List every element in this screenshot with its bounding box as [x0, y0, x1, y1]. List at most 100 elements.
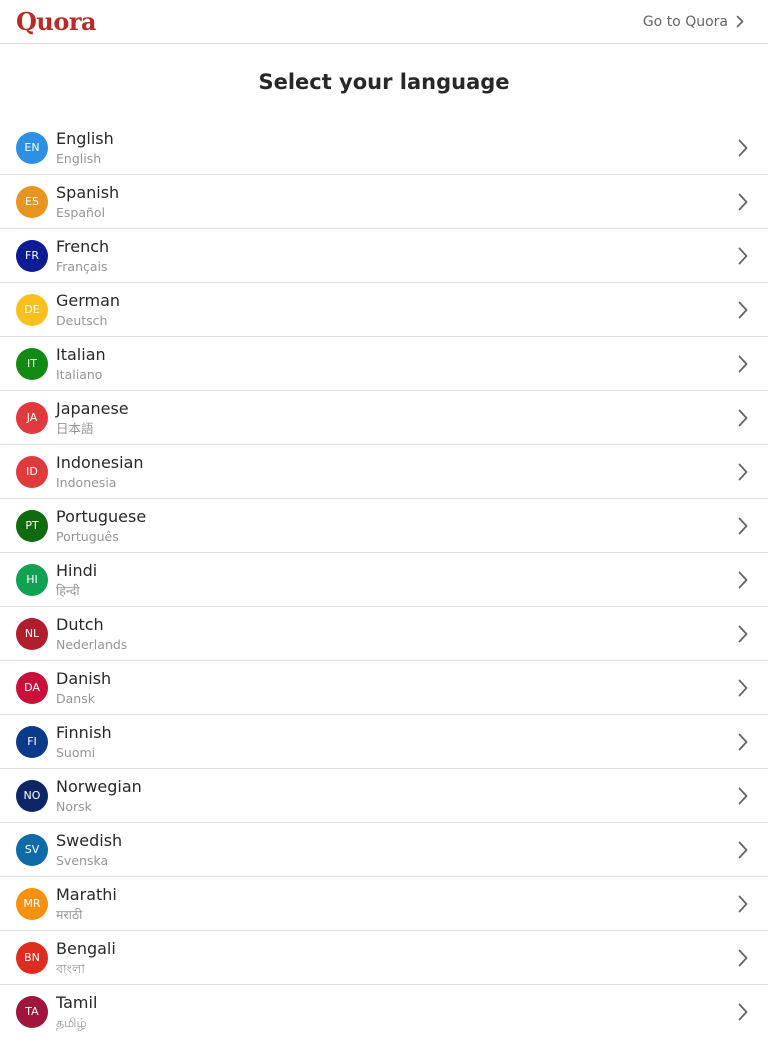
- language-names: English English: [56, 129, 114, 167]
- language-name: Indonesian: [56, 452, 144, 472]
- language-native-name: Indonesia: [56, 474, 117, 490]
- language-names: Dutch Nederlands: [56, 615, 127, 653]
- language-code-badge: TA: [16, 995, 48, 1028]
- language-item-bn[interactable]: BN Bengali বাংলা: [0, 931, 768, 985]
- language-code-badge: FR: [16, 239, 48, 272]
- language-item-ta[interactable]: TA Tamil தமிழ்: [0, 985, 768, 1038]
- language-name: French: [56, 236, 110, 256]
- language-item-sv[interactable]: SV Swedish Svenska: [0, 823, 768, 877]
- chevron-right-icon: [738, 301, 748, 319]
- language-code-badge: FI: [16, 725, 48, 758]
- language-name: Hindi: [56, 560, 98, 580]
- chevron-right-icon: [738, 895, 748, 913]
- language-code-badge: PT: [16, 509, 48, 542]
- chevron-right-icon: [736, 15, 744, 28]
- language-native-name: Dansk: [56, 690, 95, 706]
- chevron-right-icon: [738, 841, 748, 859]
- language-names: Bengali বাংলা: [56, 939, 116, 977]
- language-native-name: Español: [56, 204, 106, 220]
- language-item-fi[interactable]: FI Finnish Suomi: [0, 715, 768, 769]
- language-names: Hindi हिन्दी: [56, 561, 97, 599]
- chevron-right-icon: [738, 247, 748, 265]
- language-names: Norwegian Norsk: [56, 777, 142, 815]
- language-item-es[interactable]: ES Spanish Español: [0, 175, 768, 229]
- go-to-quora-link[interactable]: Go to Quora: [643, 14, 752, 30]
- chevron-right-icon: [738, 625, 748, 643]
- language-native-name: বাংলা: [56, 960, 85, 976]
- language-item-ja[interactable]: JA Japanese 日本語: [0, 391, 768, 445]
- chevron-right-icon: [738, 949, 748, 967]
- language-native-name: English: [56, 150, 102, 166]
- language-item-en[interactable]: EN English English: [0, 121, 768, 175]
- language-names: Japanese 日本語: [56, 399, 129, 437]
- language-name: Danish: [56, 668, 112, 688]
- language-names: German Deutsch: [56, 291, 120, 329]
- language-native-name: मराठी: [56, 906, 83, 922]
- language-names: French Français: [56, 237, 109, 275]
- chevron-right-icon: [738, 139, 748, 157]
- chevron-right-icon: [738, 679, 748, 697]
- language-code-badge: ES: [16, 185, 48, 218]
- chevron-right-icon: [738, 517, 748, 535]
- language-name: Swedish: [56, 830, 123, 850]
- chevron-right-icon: [738, 409, 748, 427]
- language-item-it[interactable]: IT Italian Italiano: [0, 337, 768, 391]
- language-native-name: Français: [56, 258, 108, 274]
- language-code-badge: SV: [16, 833, 48, 866]
- chevron-right-icon: [738, 355, 748, 373]
- language-code-badge: NL: [16, 617, 48, 650]
- chevron-right-icon: [738, 463, 748, 481]
- language-native-name: Norsk: [56, 798, 92, 814]
- language-code-badge: DA: [16, 671, 48, 704]
- language-code-badge: BN: [16, 941, 48, 974]
- language-item-hi[interactable]: HI Hindi हिन्दी: [0, 553, 768, 607]
- language-code-badge: NO: [16, 779, 48, 812]
- language-name: Finnish: [56, 722, 112, 742]
- language-names: Portuguese Português: [56, 507, 146, 545]
- chevron-right-icon: [738, 193, 748, 211]
- language-name: Japanese: [56, 398, 129, 418]
- language-name: Marathi: [56, 884, 117, 904]
- language-names: Spanish Español: [56, 183, 119, 221]
- quora-logo[interactable]: Quora: [16, 9, 97, 34]
- language-names: Danish Dansk: [56, 669, 111, 707]
- chevron-right-icon: [738, 571, 748, 589]
- language-names: Marathi मराठी: [56, 885, 117, 923]
- language-item-no[interactable]: NO Norwegian Norsk: [0, 769, 768, 823]
- language-item-da[interactable]: DA Danish Dansk: [0, 661, 768, 715]
- language-list: EN English English ES Spanish Español FR French…: [0, 120, 768, 1038]
- go-to-quora-label: Go to Quora: [642, 13, 728, 30]
- language-name: English: [56, 128, 114, 148]
- language-native-name: Deutsch: [56, 312, 108, 328]
- language-item-id[interactable]: ID Indonesian Indonesia: [0, 445, 768, 499]
- language-code-badge: JA: [16, 401, 48, 434]
- language-native-name: Português: [56, 528, 119, 544]
- language-code-badge: MR: [16, 887, 48, 920]
- language-names: Finnish Suomi: [56, 723, 112, 761]
- language-code-badge: EN: [16, 131, 48, 164]
- language-code-badge: DE: [16, 293, 48, 326]
- language-name: Portuguese: [56, 506, 147, 526]
- language-name: Tamil: [56, 992, 98, 1012]
- language-code-badge: ID: [16, 455, 48, 488]
- language-item-fr[interactable]: FR French Français: [0, 229, 768, 283]
- language-native-name: Italiano: [56, 366, 103, 382]
- language-native-name: Nederlands: [56, 636, 128, 652]
- language-item-pt[interactable]: PT Portuguese Português: [0, 499, 768, 553]
- language-native-name: Suomi: [56, 744, 96, 760]
- page-title: Select your language: [258, 70, 510, 94]
- chevron-right-icon: [738, 733, 748, 751]
- language-native-name: தமிழ்: [56, 1014, 87, 1030]
- language-name: Bengali: [56, 938, 116, 958]
- language-item-nl[interactable]: NL Dutch Nederlands: [0, 607, 768, 661]
- language-name: German: [56, 290, 121, 310]
- language-native-name: 日本語: [56, 420, 94, 436]
- chevron-right-icon: [738, 787, 748, 805]
- language-name: Spanish: [56, 182, 120, 202]
- language-item-de[interactable]: DE German Deutsch: [0, 283, 768, 337]
- chevron-right-icon: [738, 1003, 748, 1021]
- language-name: Norwegian: [56, 776, 142, 796]
- language-native-name: Svenska: [56, 852, 109, 868]
- language-names: Swedish Svenska: [56, 831, 122, 869]
- language-item-mr[interactable]: MR Marathi मराठी: [0, 877, 768, 931]
